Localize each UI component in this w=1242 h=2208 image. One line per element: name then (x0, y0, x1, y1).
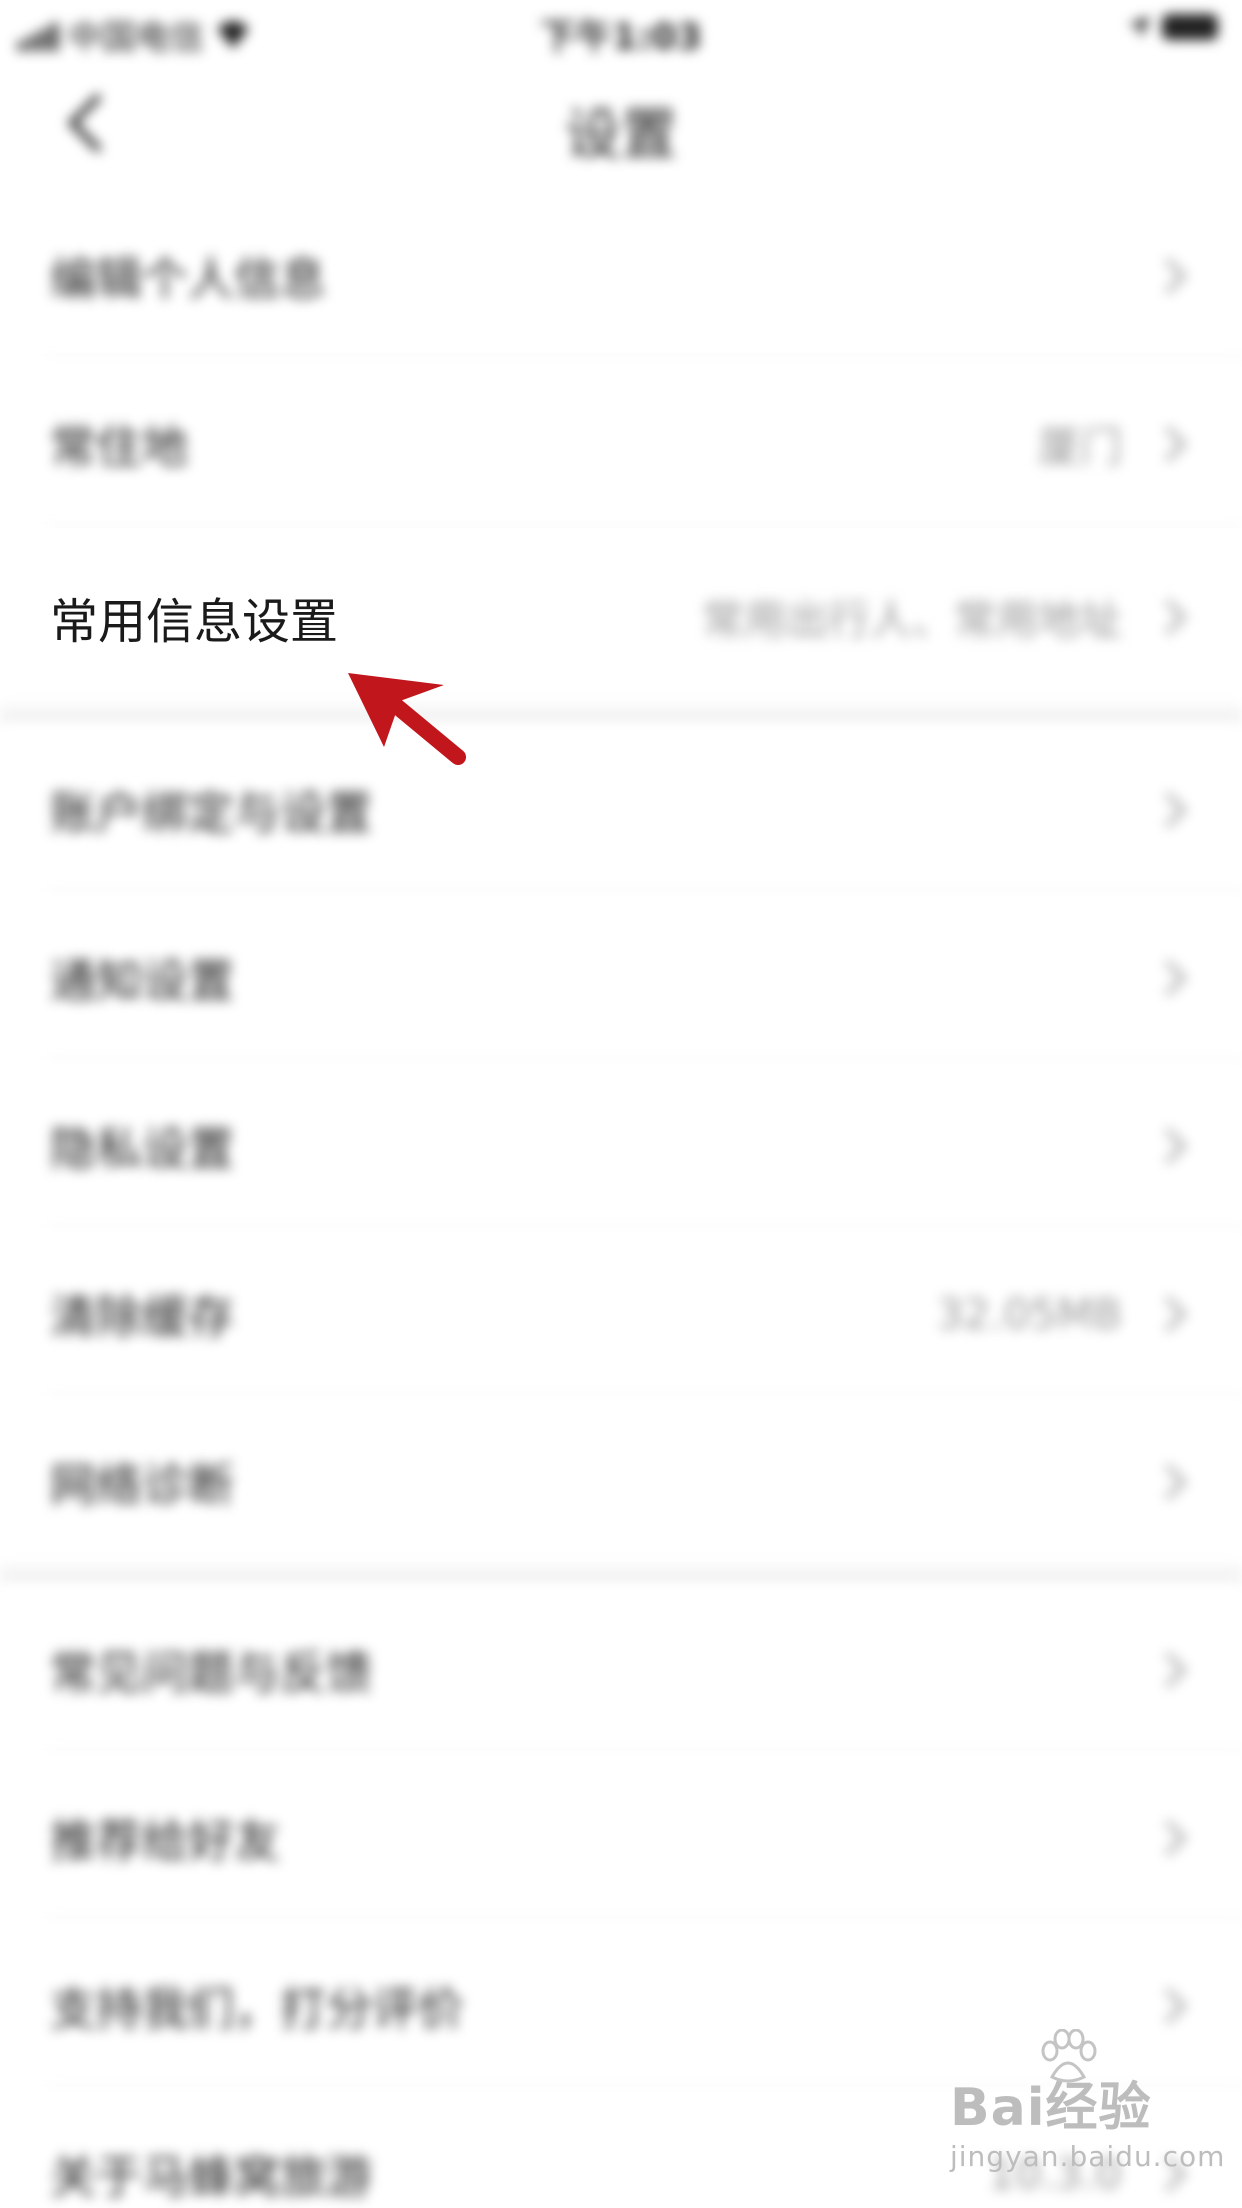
chevron-right-icon (1150, 1651, 1188, 1689)
paw-icon (1041, 2029, 1097, 2083)
settings-item-label: 隐私设置 (50, 1122, 234, 1176)
settings-item-residence[interactable]: 常住地 厦门 (0, 360, 1242, 528)
baidu-watermark: Bai经验 jingyan.baidu.com (950, 2029, 1226, 2173)
settings-item-label: 常用信息设置 (50, 594, 339, 650)
page-title: 设置 (565, 103, 677, 168)
nav-bar: 设置 (0, 62, 1242, 192)
settings-item-clear-cache[interactable]: 清除缓存 32.05MB (0, 1230, 1242, 1398)
settings-item-label: 支持我们，打分评价 (50, 1982, 464, 2036)
section-gap (0, 706, 1242, 726)
settings-item-label: 账户绑定与设置 (50, 786, 372, 840)
chevron-right-icon (1150, 1127, 1188, 1165)
location-icon (1128, 16, 1150, 38)
settings-item-label: 网络诊断 (50, 1458, 234, 1512)
status-right (1128, 14, 1218, 40)
chevron-right-icon (1150, 598, 1188, 636)
settings-item-value: 厦门 (1037, 422, 1122, 472)
settings-item-value: 32.05MB (936, 1289, 1122, 1339)
section-gap (0, 1566, 1242, 1586)
settings-item-value: 常用出行人、常用地址 (701, 595, 1122, 645)
arrow-shaft (380, 691, 466, 765)
settings-item-label: 关于马蜂窝旅游 (50, 2150, 372, 2204)
chevron-right-icon (1150, 425, 1188, 463)
settings-item-faq-feedback[interactable]: 常见问题与反馈 (0, 1586, 1242, 1754)
settings-item-label: 常住地 (50, 420, 188, 474)
chevron-right-icon (1150, 1295, 1188, 1333)
settings-item-notifications[interactable]: 通知设置 (0, 894, 1242, 1062)
status-bar: 中国电信 下午1:03 (0, 0, 1242, 62)
settings-item-label: 推荐给好友 (50, 1814, 280, 1868)
settings-item-network-diagnosis[interactable]: 网络诊断 (0, 1398, 1242, 1566)
settings-item-label: 清除缓存 (50, 1290, 234, 1344)
settings-item-account-binding[interactable]: 账户绑定与设置 (0, 726, 1242, 894)
chevron-right-icon (1150, 257, 1188, 295)
status-time: 下午1:03 (540, 17, 702, 58)
settings-item-label: 编辑个人信息 (50, 252, 326, 306)
settings-item-edit-profile[interactable]: 编辑个人信息 (0, 192, 1242, 360)
settings-item-common-info[interactable]: 常用信息设置 常用出行人、常用地址 (0, 528, 1242, 706)
settings-item-label: 通知设置 (50, 954, 234, 1008)
chevron-right-icon (1150, 959, 1188, 997)
settings-item-recommend[interactable]: 推荐给好友 (0, 1754, 1242, 1922)
watermark-url: jingyan.baidu.com (950, 2140, 1226, 2173)
annotation-arrow-icon (348, 673, 466, 765)
chevron-right-icon (1150, 791, 1188, 829)
settings-item-privacy[interactable]: 隐私设置 (0, 1062, 1242, 1230)
chevron-right-icon (1150, 1463, 1188, 1501)
settings-screen: 中国电信 下午1:03 设置 编辑个人信息 常住地 厦门 常用信息设置 常用出行… (0, 0, 1242, 2208)
settings-item-label: 常见问题与反馈 (50, 1646, 372, 1700)
battery-icon (1162, 14, 1218, 40)
chevron-right-icon (1150, 1987, 1188, 2025)
settings-list: 编辑个人信息 常住地 厦门 常用信息设置 常用出行人、常用地址 账户绑定与设置 … (0, 192, 1242, 2208)
chevron-right-icon (1150, 1819, 1188, 1857)
